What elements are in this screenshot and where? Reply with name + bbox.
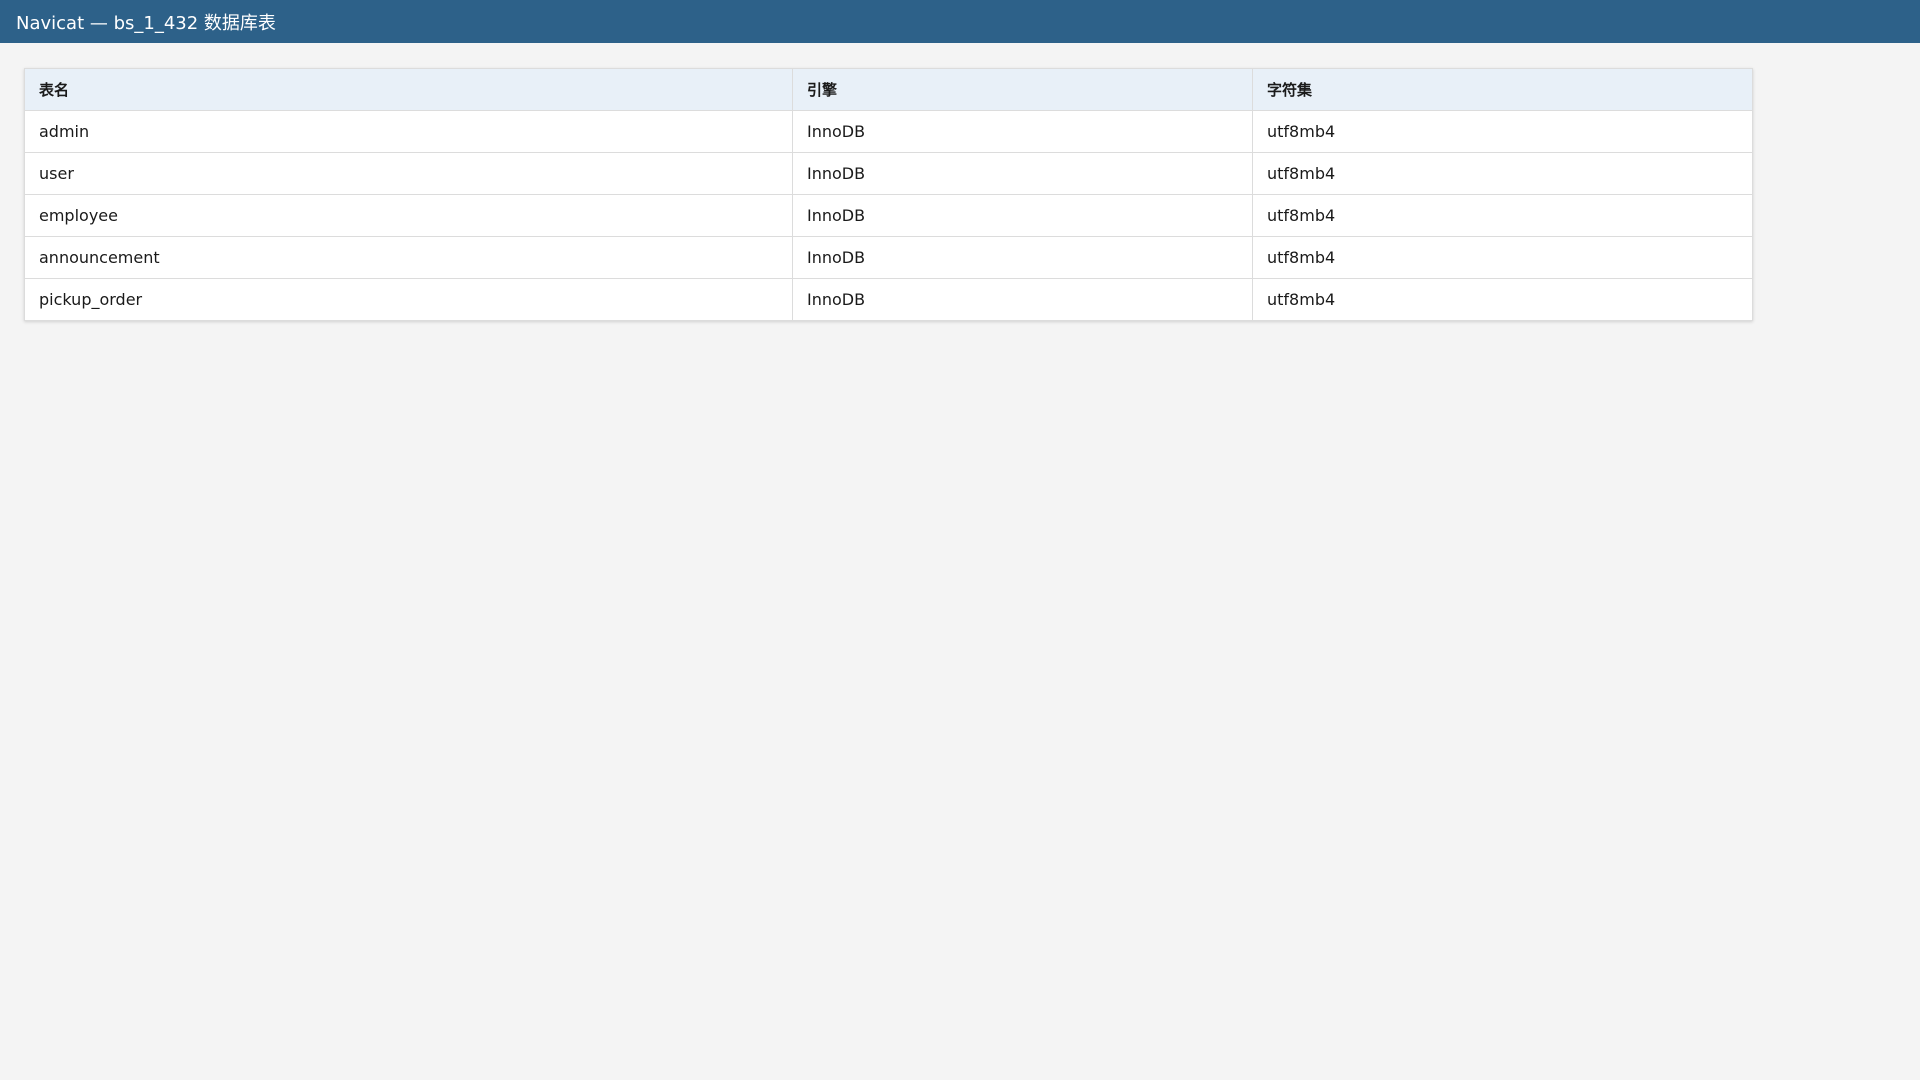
cell-table-name[interactable]: employee (24, 194, 793, 237)
table-row[interactable]: user InnoDB utf8mb4 (24, 152, 1753, 195)
cell-table-name[interactable]: pickup_order (24, 278, 793, 321)
cell-table-name[interactable]: admin (24, 110, 793, 153)
column-header-charset[interactable]: 字符集 (1252, 68, 1753, 111)
window-titlebar: Navicat — bs_1_432 数据库表 (0, 0, 1920, 43)
tables-grid: 表名 引擎 字符集 admin InnoDB utf8mb4 user Inno… (24, 68, 1753, 321)
table-row[interactable]: employee InnoDB utf8mb4 (24, 194, 1753, 237)
cell-charset[interactable]: utf8mb4 (1252, 194, 1753, 237)
cell-engine[interactable]: InnoDB (792, 278, 1253, 321)
table-row[interactable]: announcement InnoDB utf8mb4 (24, 236, 1753, 279)
table-header-row: 表名 引擎 字符集 (24, 68, 1753, 111)
cell-engine[interactable]: InnoDB (792, 110, 1253, 153)
column-header-engine[interactable]: 引擎 (792, 68, 1253, 111)
cell-table-name[interactable]: user (24, 152, 793, 195)
cell-engine[interactable]: InnoDB (792, 152, 1253, 195)
table-row[interactable]: pickup_order InnoDB utf8mb4 (24, 278, 1753, 321)
cell-charset[interactable]: utf8mb4 (1252, 110, 1753, 153)
window-title: Navicat — bs_1_432 数据库表 (16, 12, 276, 34)
cell-table-name[interactable]: announcement (24, 236, 793, 279)
cell-engine[interactable]: InnoDB (792, 194, 1253, 237)
column-header-table-name[interactable]: 表名 (24, 68, 793, 111)
cell-charset[interactable]: utf8mb4 (1252, 236, 1753, 279)
cell-charset[interactable]: utf8mb4 (1252, 278, 1753, 321)
tables-panel: 表名 引擎 字符集 admin InnoDB utf8mb4 user Inno… (24, 68, 1753, 321)
table-row[interactable]: admin InnoDB utf8mb4 (24, 110, 1753, 153)
cell-charset[interactable]: utf8mb4 (1252, 152, 1753, 195)
cell-engine[interactable]: InnoDB (792, 236, 1253, 279)
